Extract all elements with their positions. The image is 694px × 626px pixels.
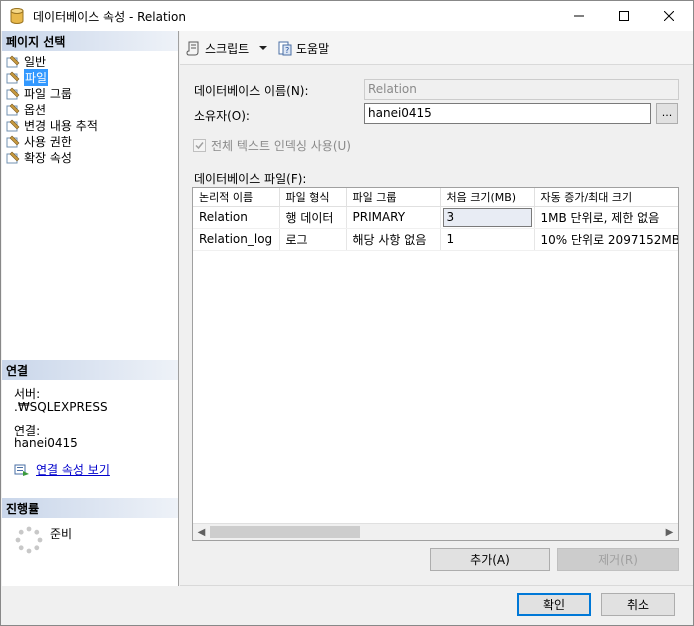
fulltext-indexing-checkbox[interactable] — [193, 139, 206, 152]
close-icon — [664, 11, 674, 21]
owner-label: 소유자(O): — [194, 109, 250, 123]
nav-item-options[interactable]: 옵션 — [6, 101, 176, 117]
database-files-grid[interactable]: 논리적 이름 파일 형식 파일 그룹 처음 크기(MB) 자동 증가/최대 크기… — [192, 187, 679, 541]
ok-button[interactable]: 확인 — [517, 593, 591, 616]
nav-item-extended-properties[interactable]: 확장 속성 — [6, 149, 176, 165]
cell-filegroup[interactable]: 해당 사항 없음 — [346, 228, 441, 251]
progress-spinner-icon — [15, 526, 43, 554]
divider — [180, 585, 693, 586]
dropdown-arrow-icon[interactable] — [257, 42, 269, 54]
server-value: .₩SQLEXPRESS — [14, 400, 108, 414]
column-header-filegroup[interactable]: 파일 그룹 — [346, 188, 441, 207]
checkmark-icon — [195, 142, 204, 150]
page-wrench-icon — [6, 151, 20, 163]
nav-label: 옵션 — [24, 102, 47, 117]
database-icon — [9, 7, 25, 25]
table-row[interactable]: Relation 행 데이터 PRIMARY 3 1MB 단위로, 제한 없음 — [193, 206, 678, 229]
help-button[interactable]: ? 도움말 — [277, 38, 329, 58]
column-header-initial-size[interactable]: 처음 크기(MB) — [440, 188, 535, 207]
title-bar: 데이터베이스 속성 - Relation — [1, 1, 693, 31]
page-wrench-icon — [6, 103, 20, 115]
connection-link-label: 연결 속성 보기 — [36, 463, 110, 477]
remove-file-button[interactable]: 제거(R) — [557, 548, 679, 571]
table-header-row: 논리적 이름 파일 형식 파일 그룹 처음 크기(MB) 자동 증가/최대 크기 — [193, 188, 678, 207]
nav-label: 일반 — [24, 54, 47, 69]
scroll-right-arrow-icon[interactable]: ▶ — [661, 524, 678, 540]
db-files-label: 데이터베이스 파일(F): — [194, 172, 307, 186]
minimize-button[interactable] — [556, 1, 602, 31]
progress-header: 진행률 — [2, 498, 178, 518]
page-wrench-icon — [6, 135, 20, 147]
minimize-icon — [574, 15, 584, 17]
window-title: 데이터베이스 속성 - Relation — [33, 10, 186, 24]
close-button[interactable] — [646, 1, 692, 31]
browse-owner-button[interactable]: ... — [656, 103, 678, 124]
nav-label: 사용 권한 — [24, 134, 72, 149]
fulltext-indexing-label: 전체 텍스트 인덱싱 사용(U) — [211, 139, 351, 153]
page-wrench-icon — [6, 87, 20, 99]
connection-properties-icon — [14, 464, 29, 476]
toolbar: 스크립트 ? 도움말 — [180, 31, 693, 65]
initial-size-input[interactable]: 3 — [442, 207, 532, 227]
script-button[interactable]: 스크립트 — [186, 38, 269, 58]
cell-filegroup[interactable]: PRIMARY — [346, 206, 441, 229]
script-label: 스크립트 — [205, 41, 250, 56]
scroll-thumb[interactable] — [210, 526, 360, 538]
cell-file-type[interactable]: 로그 — [279, 228, 347, 251]
column-header-autogrowth[interactable]: 자동 증가/최대 크기 — [534, 188, 678, 207]
scroll-left-arrow-icon[interactable]: ◀ — [193, 524, 210, 540]
connection-value: hanei0415 — [14, 436, 78, 450]
database-properties-window: 데이터베이스 속성 - Relation 페이지 선택 일반 파일 파일 그룹 — [0, 0, 694, 626]
fulltext-indexing-checkbox-row[interactable]: 전체 텍스트 인덱싱 사용(U) — [193, 137, 351, 154]
cell-logical-name[interactable]: Relation_log — [193, 228, 280, 251]
db-name-field[interactable]: Relation — [364, 79, 679, 100]
left-panel: 페이지 선택 일반 파일 파일 그룹 옵션 변경 내용 추적 사용 권한 확장 … — [2, 31, 179, 586]
maximize-icon — [619, 11, 629, 21]
nav-item-files[interactable]: 파일 — [6, 68, 176, 86]
nav-item-permissions[interactable]: 사용 권한 — [6, 133, 176, 149]
nav-label: 파일 그룹 — [24, 86, 72, 101]
page-wrench-icon — [6, 119, 20, 131]
page-wrench-icon — [6, 55, 20, 67]
nav-item-general[interactable]: 일반 — [6, 53, 176, 69]
cancel-button[interactable]: 취소 — [601, 593, 675, 616]
add-file-button[interactable]: 추가(A) — [430, 548, 550, 571]
svg-text:?: ? — [285, 46, 289, 55]
files-table: 논리적 이름 파일 형식 파일 그룹 처음 크기(MB) 자동 증가/최대 크기… — [193, 188, 678, 251]
help-icon: ? — [278, 41, 292, 56]
column-header-file-type[interactable]: 파일 형식 — [279, 188, 347, 207]
owner-field[interactable]: hanei0415 — [364, 103, 651, 124]
cell-initial-size[interactable]: 3 — [440, 206, 535, 229]
maximize-button[interactable] — [601, 1, 647, 31]
progress-status: 준비 — [14, 525, 72, 555]
nav-item-filegroups[interactable]: 파일 그룹 — [6, 85, 176, 101]
table-row[interactable]: Relation_log 로그 해당 사항 없음 1 10% 단위로 20971… — [193, 228, 678, 251]
script-icon — [186, 41, 199, 56]
db-name-label: 데이터베이스 이름(N): — [194, 84, 309, 98]
page-nav-list: 일반 파일 파일 그룹 옵션 변경 내용 추적 사용 권한 확장 속성 — [6, 53, 176, 165]
nav-label: 파일 — [24, 68, 49, 86]
column-header-logical-name[interactable]: 논리적 이름 — [193, 188, 280, 207]
nav-item-change-tracking[interactable]: 변경 내용 추적 — [6, 117, 176, 133]
cell-logical-name[interactable]: Relation — [193, 206, 280, 229]
help-label: 도움말 — [296, 41, 330, 56]
progress-status-label: 준비 — [50, 527, 73, 541]
horizontal-scrollbar[interactable]: ◀ ▶ — [193, 523, 678, 540]
cell-autogrowth[interactable]: 1MB 단위로, 제한 없음 — [534, 206, 678, 229]
cell-file-type[interactable]: 행 데이터 — [279, 206, 347, 229]
nav-label: 변경 내용 추적 — [24, 118, 98, 133]
cell-initial-size[interactable]: 1 — [440, 228, 535, 251]
page-wrench-icon — [6, 71, 20, 83]
view-connection-properties-link[interactable]: 연결 속성 보기 — [14, 461, 110, 478]
connection-header: 연결 — [2, 360, 178, 380]
nav-label: 확장 속성 — [24, 150, 72, 165]
cell-autogrowth[interactable]: 10% 단위로 2097152MB까 — [534, 228, 678, 251]
page-select-header: 페이지 선택 — [2, 31, 178, 51]
